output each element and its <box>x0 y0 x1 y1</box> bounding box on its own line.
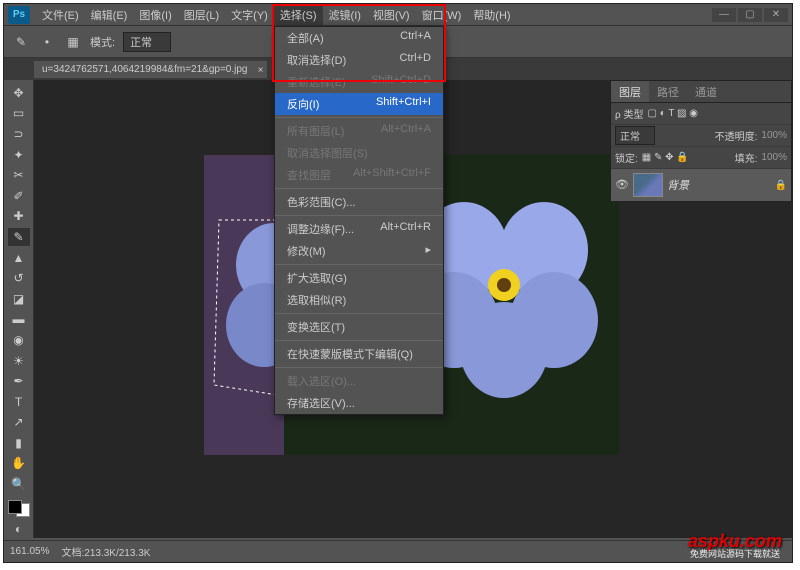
minimize-button[interactable]: — <box>712 8 736 22</box>
watermark-subtitle: 免费网站源码下载就送 <box>690 547 780 560</box>
layer-thumbnail[interactable] <box>633 173 663 197</box>
zoom-tool[interactable]: 🔍 <box>8 475 30 493</box>
menu-item[interactable]: 修改(M)▸ <box>275 240 443 262</box>
tab-close-icon[interactable]: × <box>258 65 264 76</box>
type-tool[interactable]: T <box>8 393 30 411</box>
menu-item[interactable]: 色彩范围(C)... <box>275 191 443 213</box>
document-tab[interactable]: u=3424762571,4064219984&fm=21&gp=0.jpg × <box>34 61 267 78</box>
gradient-tool[interactable]: ▬ <box>8 311 30 329</box>
menu-select[interactable]: 选择(S) <box>274 5 323 25</box>
ps-logo: Ps <box>8 6 30 24</box>
menu-item: 所有图层(L)Alt+Ctrl+A <box>275 120 443 142</box>
menu-help[interactable]: 帮助(H) <box>467 5 516 25</box>
menu-file[interactable]: 文件(E) <box>36 5 85 25</box>
eraser-tool[interactable]: ◪ <box>8 290 30 308</box>
path-tool[interactable]: ↗ <box>8 414 30 432</box>
menu-item[interactable]: 反向(I)Shift+Ctrl+I <box>275 93 443 115</box>
menu-item[interactable]: 全部(A)Ctrl+A <box>275 27 443 49</box>
move-tool[interactable]: ✥ <box>8 84 30 102</box>
color-swatch[interactable] <box>8 500 30 518</box>
zoom-level[interactable]: 161.05% <box>10 546 49 557</box>
menu-item[interactable]: 扩大选取(G) <box>275 267 443 289</box>
filter-kind-label: ρ 类型 <box>615 106 643 121</box>
brush-panel-icon[interactable]: ▦ <box>64 33 82 51</box>
marquee-tool[interactable]: ▭ <box>8 105 30 123</box>
hand-tool[interactable]: ✋ <box>8 455 30 473</box>
tab-title: u=3424762571,4064219984&fm=21&gp=0.jpg <box>42 64 247 75</box>
fill-value[interactable]: 100% <box>761 152 787 163</box>
opacity-label: 不透明度: <box>715 128 758 143</box>
history-brush-tool[interactable]: ↺ <box>8 269 30 287</box>
filter-icons[interactable]: ▢ ◐ T ▨ ◉ <box>647 108 698 119</box>
eyedropper-tool[interactable]: ✐ <box>8 187 30 205</box>
status-bar: 161.05% 文档:213.3K/213.3K <box>4 540 792 562</box>
wand-tool[interactable]: ✦ <box>8 146 30 164</box>
menu-item[interactable]: 取消选择(D)Ctrl+D <box>275 49 443 71</box>
lasso-tool[interactable]: ⊃ <box>8 125 30 143</box>
menu-item[interactable]: 存储选区(V)... <box>275 392 443 414</box>
lock-icons[interactable]: ▦ ✎ ✥ 🔒 <box>642 152 689 163</box>
paths-tab[interactable]: 路径 <box>649 81 687 102</box>
menu-view[interactable]: 视图(V) <box>367 5 416 25</box>
crop-tool[interactable]: ✂ <box>8 166 30 184</box>
menu-item: 取消选择图层(S) <box>275 142 443 164</box>
mode-label: 模式: <box>90 34 115 50</box>
menubar: Ps 文件(E) 编辑(E) 图像(I) 图层(L) 文字(Y) 选择(S) 滤… <box>4 4 792 26</box>
menu-item[interactable]: 调整边缘(F)...Alt+Ctrl+R <box>275 218 443 240</box>
menu-layer[interactable]: 图层(L) <box>178 5 225 25</box>
layers-panel: 图层 路径 通道 ρ 类型 ▢ ◐ T ▨ ◉ 正常 不透明度: 100% 锁定… <box>610 80 792 202</box>
brush-tool[interactable]: ✎ <box>8 228 30 246</box>
pen-tool[interactable]: ✒ <box>8 372 30 390</box>
shape-tool[interactable]: ▮ <box>8 434 30 452</box>
maximize-button[interactable]: ▢ <box>738 8 762 22</box>
visibility-icon[interactable]: 👁 <box>615 178 629 192</box>
tools-panel: ✥ ▭ ⊃ ✦ ✂ ✐ ✚ ✎ ▲ ↺ ◪ ▬ ◉ ☀ ✒ T ↗ ▮ ✋ 🔍 … <box>4 80 34 538</box>
layers-tab[interactable]: 图层 <box>611 81 649 102</box>
lock-icon: 🔒 <box>775 180 787 191</box>
menu-item[interactable]: 变换选区(T) <box>275 316 443 338</box>
stamp-tool[interactable]: ▲ <box>8 249 30 267</box>
layer-name: 背景 <box>667 177 689 193</box>
fill-label: 填充: <box>735 150 758 165</box>
menu-edit[interactable]: 编辑(E) <box>85 5 134 25</box>
menu-text[interactable]: 文字(Y) <box>225 5 274 25</box>
menu-item[interactable]: 在快速蒙版模式下编辑(Q) <box>275 343 443 365</box>
menu-item[interactable]: 选取相似(R) <box>275 289 443 311</box>
blend-mode-select[interactable]: 正常 <box>123 32 171 52</box>
document-size: 文档:213.3K/213.3K <box>61 544 150 559</box>
lock-label: 锁定: <box>615 150 638 165</box>
menu-item: 载入选区(O)... <box>275 370 443 392</box>
brush-preset-icon[interactable]: • <box>38 33 56 51</box>
menu-item: 查找图层Alt+Shift+Ctrl+F <box>275 164 443 186</box>
select-menu-dropdown: 全部(A)Ctrl+A取消选择(D)Ctrl+D重新选择(E)Shift+Ctr… <box>274 26 444 415</box>
opacity-value[interactable]: 100% <box>761 130 787 141</box>
dodge-tool[interactable]: ☀ <box>8 352 30 370</box>
menu-filter[interactable]: 滤镜(I) <box>323 5 367 25</box>
menu-item: 重新选择(E)Shift+Ctrl+D <box>275 71 443 93</box>
layer-blend-mode[interactable]: 正常 <box>615 126 655 145</box>
quickmask-tool[interactable]: ◐ <box>8 520 30 538</box>
blur-tool[interactable]: ◉ <box>8 331 30 349</box>
close-button[interactable]: ✕ <box>764 8 788 22</box>
layer-row[interactable]: 👁 背景 🔒 <box>611 169 791 201</box>
menu-window[interactable]: 窗口(W) <box>416 5 468 25</box>
brush-tool-icon: ✎ <box>12 33 30 51</box>
channels-tab[interactable]: 通道 <box>687 81 725 102</box>
heal-tool[interactable]: ✚ <box>8 208 30 226</box>
fg-color[interactable] <box>8 500 22 514</box>
menu-image[interactable]: 图像(I) <box>133 5 177 25</box>
